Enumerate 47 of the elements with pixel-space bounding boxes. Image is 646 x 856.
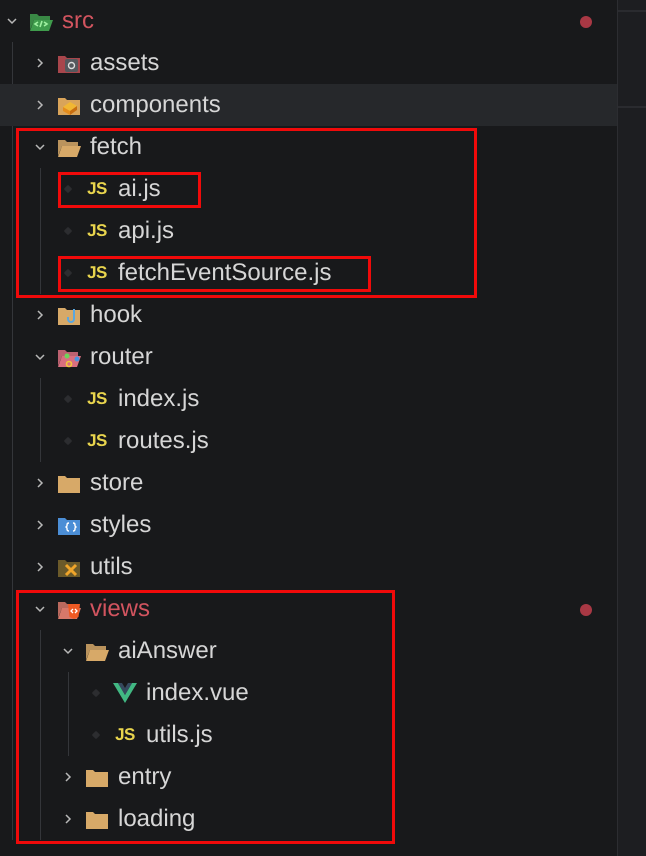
file-row[interactable]: JS utils.js xyxy=(0,714,617,756)
folder-row[interactable]: components xyxy=(0,84,617,126)
folder-row[interactable]: fetch xyxy=(0,126,617,168)
file-name: utils.js xyxy=(146,721,213,749)
folder-name: hook xyxy=(90,301,142,329)
folder-name: fetch xyxy=(90,133,142,161)
file-type-label: JS xyxy=(87,431,107,451)
folder-name: entry xyxy=(118,763,172,791)
file-type-label: JS xyxy=(87,263,107,283)
folder-name: utils xyxy=(90,553,133,581)
file-type-label: JS xyxy=(87,221,107,241)
file-name: index.vue xyxy=(146,679,249,707)
file-name: fetchEventSource.js xyxy=(118,259,332,287)
folder-name: store xyxy=(90,469,144,497)
file-row[interactable]: JS index.js xyxy=(0,378,617,420)
folder-row[interactable]: hook xyxy=(0,294,617,336)
file-row[interactable]: index.vue xyxy=(0,672,617,714)
file-name: index.js xyxy=(118,385,200,413)
folder-name: aiAnswer xyxy=(118,637,217,665)
folder-name: components xyxy=(90,91,221,119)
file-name: ai.js xyxy=(118,175,161,203)
file-name: routes.js xyxy=(118,427,209,455)
file-row[interactable]: JS fetchEventSource.js xyxy=(0,252,617,294)
file-type-label: JS xyxy=(87,179,107,199)
folder-name: views xyxy=(90,595,150,623)
folder-row[interactable]: styles xyxy=(0,504,617,546)
folder-row[interactable]: router xyxy=(0,336,617,378)
folder-name: router xyxy=(90,343,153,371)
folder-row[interactable]: loading xyxy=(0,798,617,840)
file-row[interactable]: JS routes.js xyxy=(0,420,617,462)
folder-row[interactable]: aiAnswer xyxy=(0,630,617,672)
folder-name: loading xyxy=(118,805,196,833)
file-type-label: JS xyxy=(115,725,135,745)
file-row[interactable]: JS ai.js xyxy=(0,168,617,210)
file-row[interactable]: JS api.js xyxy=(0,210,617,252)
folder-row[interactable]: entry xyxy=(0,756,617,798)
folder-name: styles xyxy=(90,511,152,539)
folder-row[interactable]: store xyxy=(0,462,617,504)
folder-row[interactable]: src xyxy=(0,0,617,42)
folder-row[interactable]: utils xyxy=(0,546,617,588)
file-type-label: JS xyxy=(87,389,107,409)
file-name: api.js xyxy=(118,217,174,245)
folder-name: assets xyxy=(90,49,160,77)
vue-icon xyxy=(113,682,137,704)
folder-name: src xyxy=(62,7,94,35)
folder-row[interactable]: assets xyxy=(0,42,617,84)
folder-row[interactable]: views xyxy=(0,588,617,630)
